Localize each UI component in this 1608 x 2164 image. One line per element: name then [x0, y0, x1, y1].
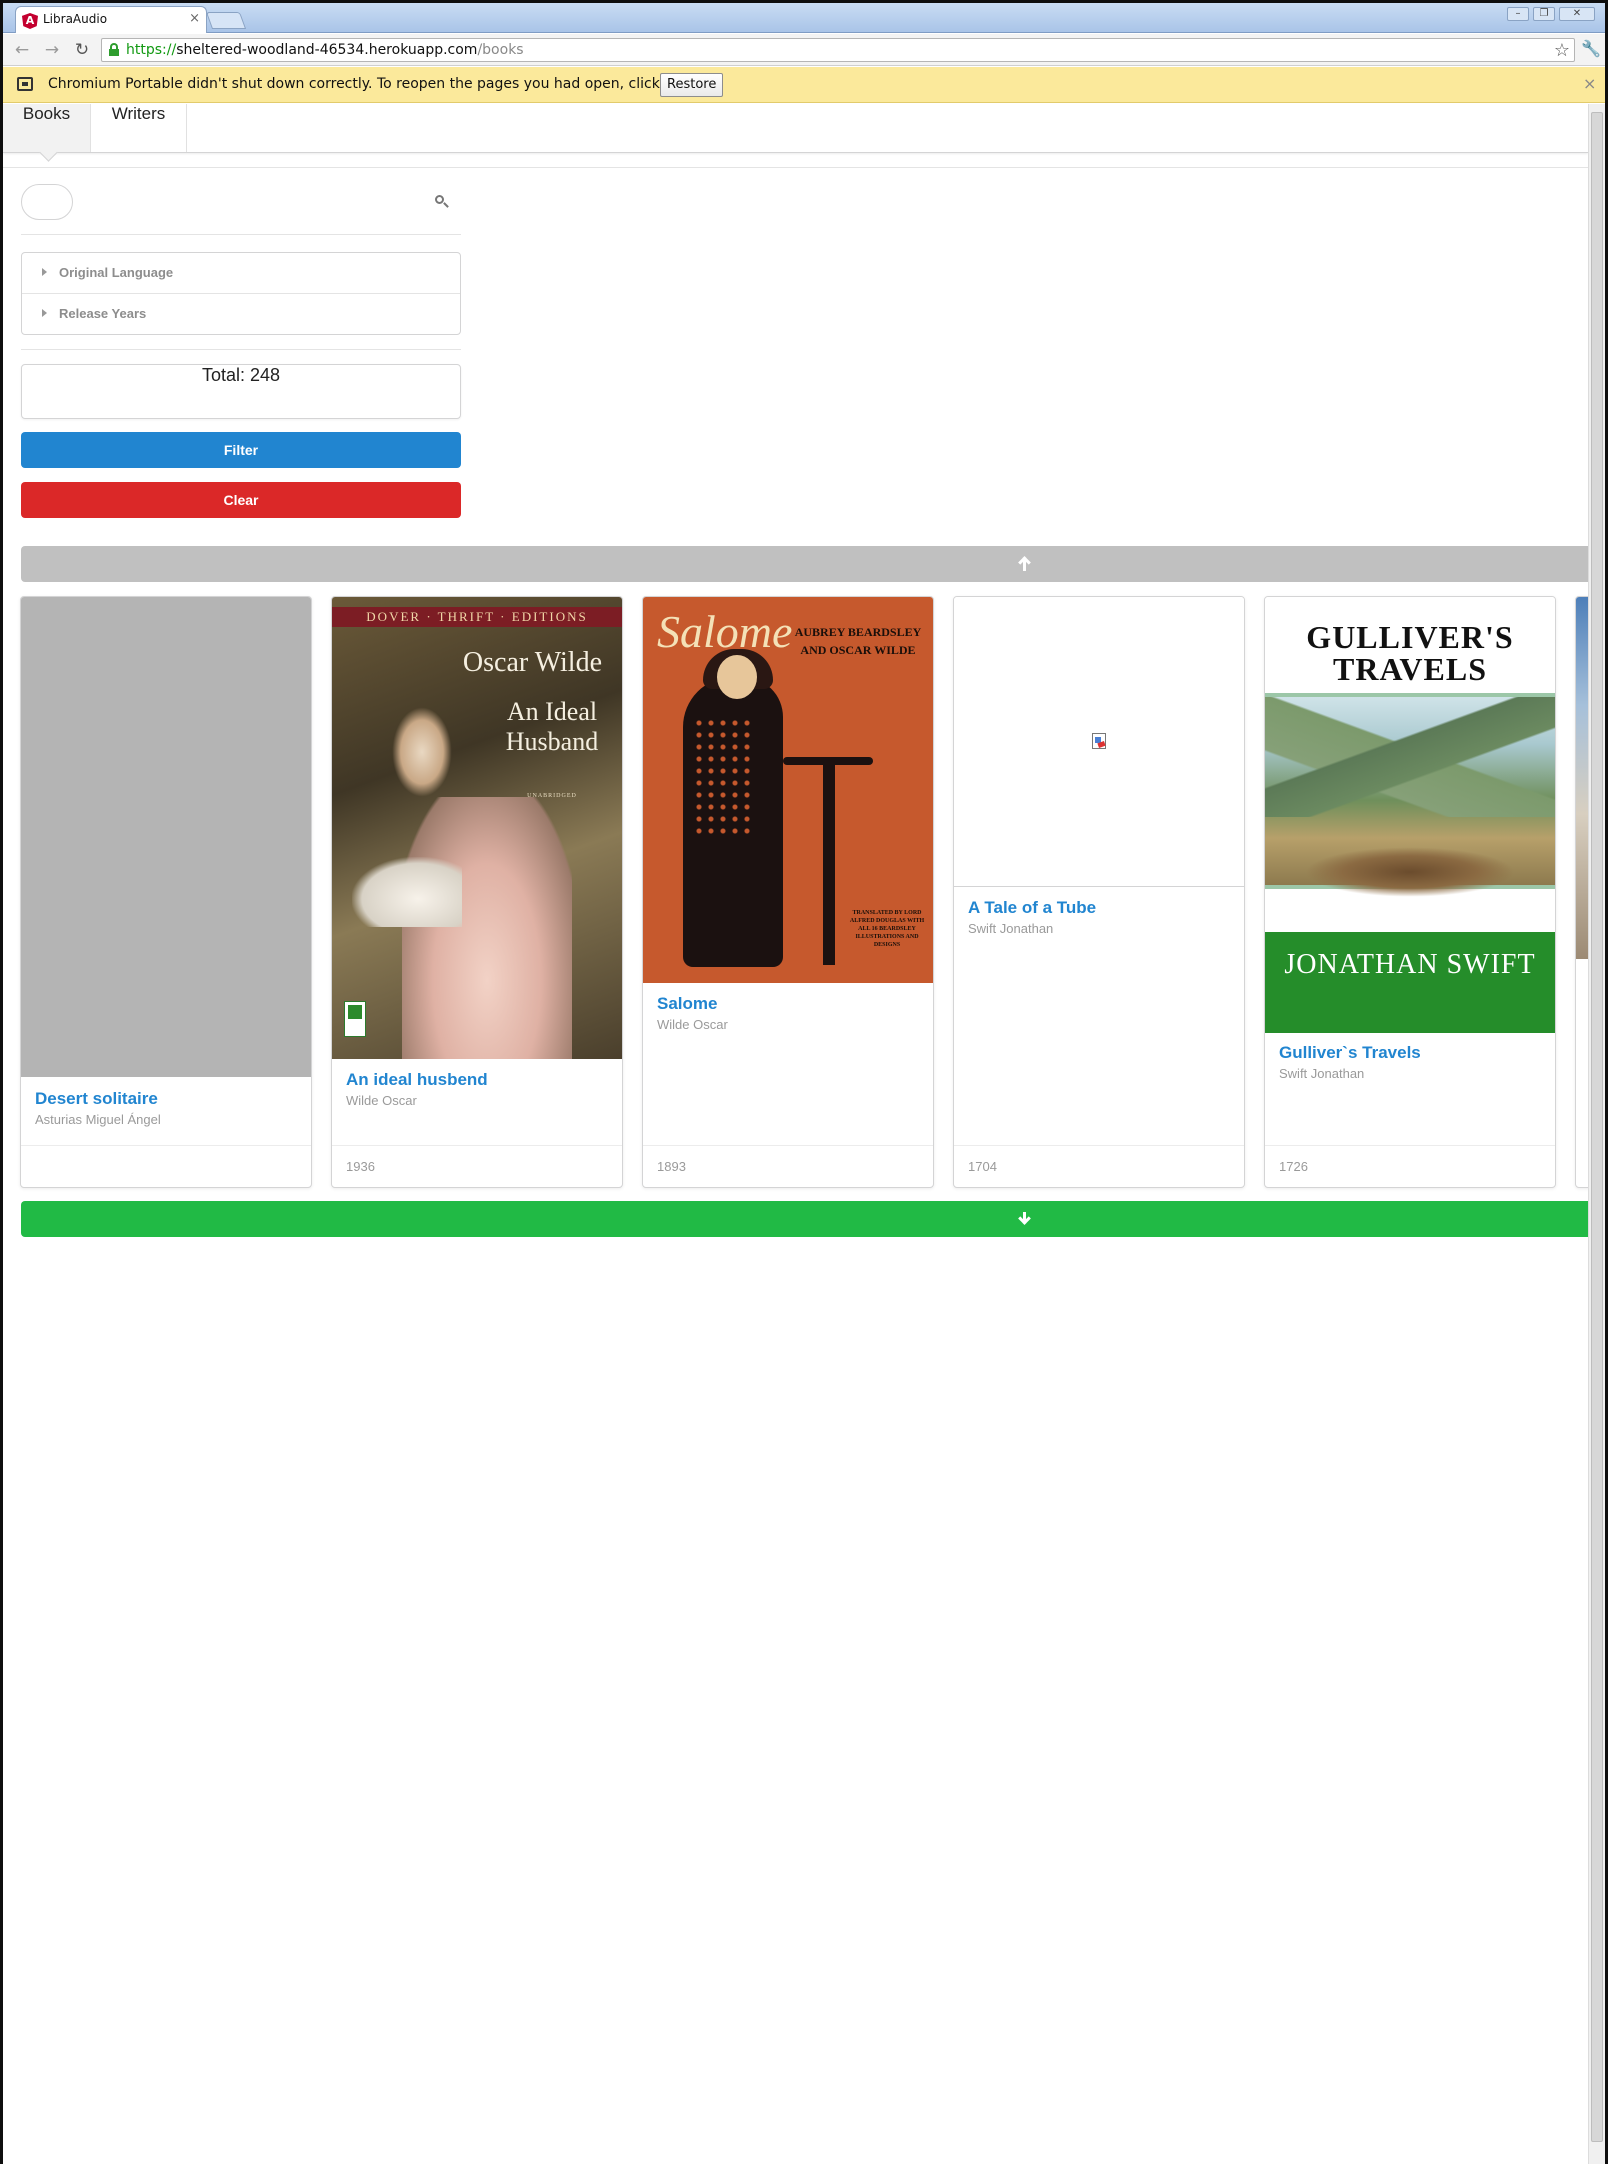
caret-right-icon	[42, 309, 47, 317]
accordion-label: Release Years	[59, 306, 147, 321]
book-cover-image	[1576, 597, 1588, 959]
cover-banner: DOVER · THRIFT · EDITIONS	[332, 607, 622, 627]
filter-button[interactable]: Filter	[21, 432, 461, 468]
total-count: Total: 248	[21, 364, 461, 419]
tab-close-icon[interactable]: ×	[189, 11, 200, 26]
cover-author: Oscar Wilde	[462, 647, 602, 678]
tab-title: LibraAudio	[43, 12, 108, 26]
search-icon[interactable]	[434, 194, 450, 210]
forward-icon[interactable]: →	[41, 39, 63, 61]
browser-tab[interactable]: A LibraAudio ×	[15, 6, 207, 33]
book-card[interactable]: DOVER · THRIFT · EDITIONS Oscar Wilde An…	[331, 596, 623, 1188]
infobar-close-icon[interactable]: ×	[1583, 74, 1596, 93]
book-author: Swift Jonathan	[1279, 1066, 1365, 1081]
cover-author: JONATHAN SWIFT	[1265, 932, 1555, 1033]
search-input[interactable]	[21, 184, 73, 220]
new-tab-button[interactable]	[205, 12, 247, 29]
wrench-icon[interactable]: 🔧	[1581, 39, 1601, 58]
app-favicon-icon: A	[22, 13, 38, 29]
page-scrollbar[interactable]	[1588, 104, 1605, 2164]
book-title-link[interactable]: An ideal husbend	[346, 1070, 488, 1090]
infobar-icon	[17, 77, 33, 91]
accordion-release-years[interactable]: Release Years	[22, 293, 460, 333]
next-page-button[interactable]	[21, 1201, 1588, 1237]
browser-window: A LibraAudio × – ❐ ✕ ← → ↻ https://shelt…	[0, 0, 1608, 2164]
book-card[interactable]: GULLIVER'S TRAVELS JONATHAN SWIFT Gulliv…	[1264, 596, 1556, 1188]
browser-toolbar: ← → ↻ https://sheltered-woodland-46534.h…	[3, 34, 1605, 66]
top-menu: Books Writers	[3, 104, 1588, 153]
book-cover-image: Salome AUBREY BEARDSLEY AND OSCAR WILDE …	[643, 597, 933, 983]
previous-page-button[interactable]	[21, 546, 1588, 582]
caret-right-icon	[42, 268, 47, 276]
accordion-original-language[interactable]: Original Language	[22, 253, 460, 293]
tab-writers[interactable]: Writers	[91, 104, 187, 152]
book-year: 1893	[657, 1159, 686, 1174]
accordion-label: Original Language	[59, 265, 174, 280]
scrollbar-thumb[interactable]	[1591, 112, 1603, 2142]
minimize-button[interactable]: –	[1507, 7, 1529, 21]
arrow-down-icon	[1017, 1211, 1031, 1227]
divider	[21, 234, 461, 235]
close-window-button[interactable]: ✕	[1559, 7, 1595, 21]
book-year: 1726	[1279, 1159, 1308, 1174]
book-card-partial[interactable]	[1575, 596, 1588, 1188]
book-year: 1936	[346, 1159, 375, 1174]
menu-divider	[3, 167, 1588, 168]
cover-credit: TRANSLATED BY LORD ALFRED DOUGLAS WITH A…	[849, 910, 925, 948]
search-box	[21, 184, 461, 220]
restore-button[interactable]: Restore	[660, 73, 724, 97]
book-card[interactable]: Desert solitaire Asturias Miguel Ángel	[20, 596, 312, 1188]
broken-image-icon	[1092, 733, 1106, 749]
address-bar[interactable]: https://sheltered-woodland-46534.herokua…	[101, 38, 1575, 62]
infobar-message: Chromium Portable didn't shut down corre…	[48, 76, 722, 92]
page-content: Books Writers Original Language Release …	[3, 104, 1588, 2164]
back-icon[interactable]: ←	[11, 39, 33, 61]
card-extra: 1936	[332, 1145, 622, 1187]
book-card[interactable]: Salome AUBREY BEARDSLEY AND OSCAR WILDE …	[642, 596, 934, 1188]
book-year: 1704	[968, 1159, 997, 1174]
card-extra: 1704	[954, 1145, 1244, 1187]
card-extra: 1893	[643, 1145, 933, 1187]
divider	[21, 349, 461, 350]
cover-author: AUBREY BEARDSLEY AND OSCAR WILDE	[794, 625, 922, 657]
book-title-link[interactable]: A Tale of a Tube	[968, 898, 1096, 918]
filter-accordion: Original Language Release Years	[21, 252, 461, 335]
card-extra	[21, 1145, 311, 1187]
book-author: Wilde Oscar	[346, 1093, 417, 1108]
title-bar: A LibraAudio × – ❐ ✕	[3, 3, 1605, 33]
lock-icon	[109, 43, 119, 56]
book-title-link[interactable]: Desert solitaire	[35, 1089, 158, 1109]
book-cover-image: GULLIVER'S TRAVELS JONATHAN SWIFT	[1265, 597, 1555, 1033]
arrow-up-icon	[1017, 556, 1031, 572]
book-cover-placeholder	[21, 597, 311, 1077]
book-title-link[interactable]: Salome	[657, 994, 717, 1014]
book-cover-image: DOVER · THRIFT · EDITIONS Oscar Wilde An…	[332, 597, 622, 1059]
cover-title: An Ideal Husband	[505, 697, 599, 756]
book-cover-image	[954, 597, 1244, 887]
maximize-button[interactable]: ❐	[1533, 7, 1555, 21]
clear-button[interactable]: Clear	[21, 482, 461, 518]
star-icon[interactable]: ☆	[1554, 40, 1570, 61]
cover-title: Salome	[657, 606, 793, 657]
book-author: Wilde Oscar	[657, 1017, 728, 1032]
reload-icon[interactable]: ↻	[71, 39, 93, 61]
book-title-link[interactable]: Gulliver`s Travels	[1279, 1043, 1421, 1063]
card-extra: 1726	[1265, 1145, 1555, 1187]
book-author: Asturias Miguel Ángel	[35, 1112, 161, 1127]
book-author: Swift Jonathan	[968, 921, 1054, 936]
publisher-badge-icon	[344, 1001, 366, 1037]
url-text: https://sheltered-woodland-46534.herokua…	[126, 42, 524, 58]
cover-subtitle: UNABRIDGED	[527, 793, 577, 799]
restore-infobar: Chromium Portable didn't shut down corre…	[3, 67, 1605, 103]
book-card[interactable]: A Tale of a Tube Swift Jonathan 1704	[953, 596, 1245, 1188]
tab-books[interactable]: Books	[3, 104, 91, 152]
cover-title: GULLIVER'S TRAVELS	[1306, 619, 1514, 687]
